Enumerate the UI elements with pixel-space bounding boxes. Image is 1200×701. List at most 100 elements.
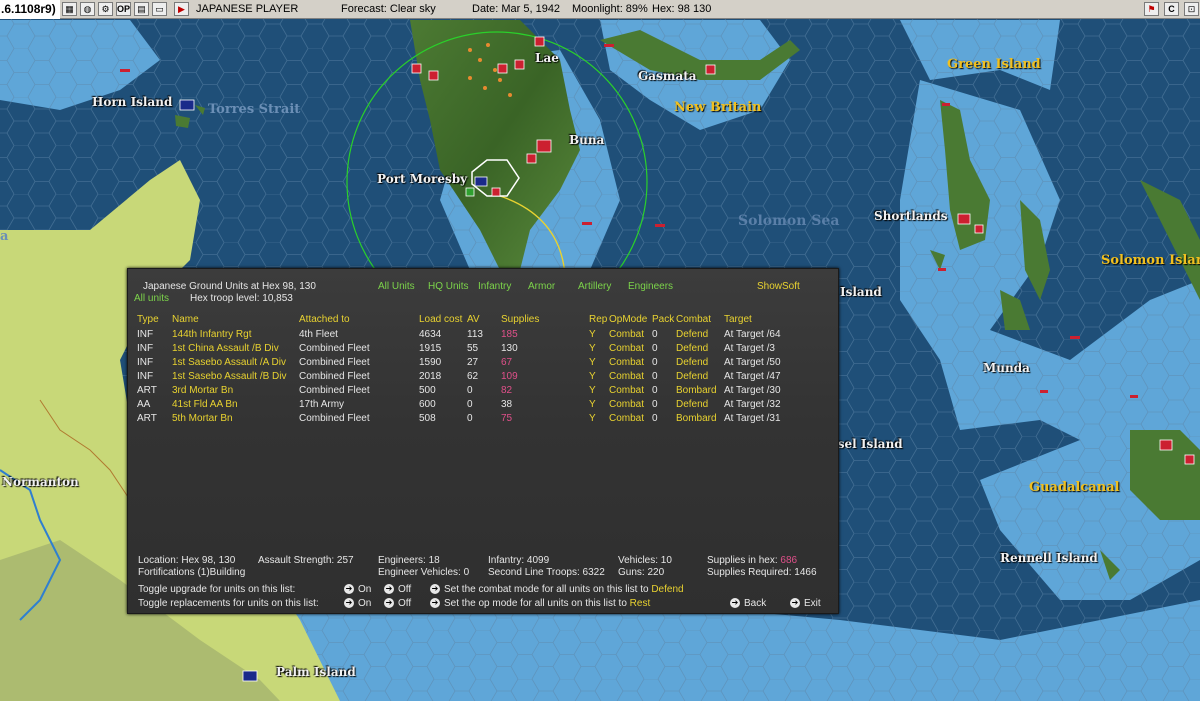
doc-icon[interactable]: ▤ xyxy=(134,2,149,16)
cell-combat[interactable]: Defend xyxy=(676,329,708,340)
cell-name[interactable]: 3rd Mortar Bn xyxy=(172,385,233,396)
cell-combat[interactable]: Defend xyxy=(676,343,708,354)
op-icon[interactable]: OP xyxy=(116,2,131,16)
cell-target[interactable]: At Target /30 xyxy=(724,385,781,396)
arrow-right-icon: ➔ xyxy=(430,584,440,595)
player-label: JAPANESE PLAYER xyxy=(196,3,299,15)
footer-guns: Guns: 220 xyxy=(618,567,665,578)
cell-target[interactable]: At Target /31 xyxy=(724,413,781,424)
cell-combat[interactable]: Bombard xyxy=(676,413,717,424)
set-op-mode-button[interactable]: ➔ Set the op mode for all units on this l… xyxy=(430,598,650,609)
cell-attached: 4th Fleet xyxy=(299,329,338,340)
cell-av: 0 xyxy=(467,413,473,424)
cell-target[interactable]: At Target /32 xyxy=(724,399,781,410)
place-green-island: Green Island xyxy=(947,57,1041,72)
cell-type: INF xyxy=(137,357,154,368)
cell-combat[interactable]: Defend xyxy=(676,399,708,410)
cell-name[interactable]: 5th Mortar Bn xyxy=(172,413,233,424)
cell-name[interactable]: 1st Sasebo Assault /A Div xyxy=(172,357,286,368)
cell-rep[interactable]: Y xyxy=(589,343,596,354)
cell-rep[interactable]: Y xyxy=(589,357,596,368)
footer-supplies-in-hex-label: Supplies in hex: xyxy=(707,555,778,566)
cell-pack: 0 xyxy=(652,385,658,396)
cell-av: 27 xyxy=(467,357,479,368)
all-units-toggle[interactable]: All units xyxy=(134,293,169,304)
cell-rep[interactable]: Y xyxy=(589,399,596,410)
cell-rep[interactable]: Y xyxy=(589,413,596,424)
footer-engineers: Engineers: 18 xyxy=(378,555,440,566)
date-label: Date: Mar 5, 1942 xyxy=(472,3,561,15)
end-turn-icon[interactable]: ▶ xyxy=(174,2,189,16)
back-button[interactable]: ➔ Back xyxy=(730,598,766,609)
troop-level: Hex troop level: 10,853 xyxy=(190,293,293,304)
col-name[interactable]: Name xyxy=(172,314,199,325)
hex-label: Hex: 98 130 xyxy=(652,3,712,15)
settings-icon[interactable]: ⚙ xyxy=(98,2,113,16)
cell-opmode[interactable]: Combat xyxy=(609,329,644,340)
col-combat[interactable]: Combat xyxy=(676,314,711,325)
place-edge-fragment: a xyxy=(0,229,9,244)
cell-rep[interactable]: Y xyxy=(589,385,596,396)
exit-button[interactable]: ➔ Exit xyxy=(790,598,821,609)
filter-all-units[interactable]: All Units xyxy=(378,281,415,292)
info-icon[interactable]: C xyxy=(1164,2,1179,16)
cell-combat[interactable]: Defend xyxy=(676,371,708,382)
cell-load: 1590 xyxy=(419,357,442,368)
col-pack[interactable]: Pack xyxy=(652,314,674,325)
footer-fortifications: Fortifications (1)Building xyxy=(138,567,246,578)
cell-opmode[interactable]: Combat xyxy=(609,357,644,368)
map-icon[interactable]: ▦ xyxy=(62,2,77,16)
footer-second-line: Second Line Troops: 6322 xyxy=(488,567,605,578)
col-supplies[interactable]: Supplies xyxy=(501,314,539,325)
cell-target[interactable]: At Target /3 xyxy=(724,343,775,354)
place-torres-strait: Torres Strait xyxy=(208,102,301,117)
col-opmode[interactable]: OpMode xyxy=(609,314,647,325)
cell-rep[interactable]: Y xyxy=(589,371,596,382)
upgrade-off-button[interactable]: ➔ Off xyxy=(384,584,411,595)
replacements-off-button[interactable]: ➔ Off xyxy=(384,598,411,609)
cell-target[interactable]: At Target /50 xyxy=(724,357,781,368)
cell-combat[interactable]: Defend xyxy=(676,357,708,368)
globe-icon[interactable]: ◍ xyxy=(80,2,95,16)
place-russel-island: ssel Island xyxy=(831,437,903,451)
cell-target[interactable]: At Target /47 xyxy=(724,371,781,382)
upgrade-on-button[interactable]: ➔ On xyxy=(344,584,371,595)
filter-show-soft[interactable]: ShowSoft xyxy=(757,281,800,292)
cell-pack: 0 xyxy=(652,413,658,424)
filter-armor[interactable]: Armor xyxy=(528,281,555,292)
cell-target[interactable]: At Target /64 xyxy=(724,329,781,340)
cell-opmode[interactable]: Combat xyxy=(609,385,644,396)
cell-name[interactable]: 41st Fld AA Bn xyxy=(172,399,238,410)
cell-supplies: 82 xyxy=(501,385,513,396)
cell-supplies: 109 xyxy=(501,371,518,382)
place-island-partial: Island xyxy=(840,285,882,299)
cell-opmode[interactable]: Combat xyxy=(609,413,644,424)
filter-hq-units[interactable]: HQ Units xyxy=(428,281,469,292)
cell-opmode[interactable]: Combat xyxy=(609,371,644,382)
filter-artillery[interactable]: Artillery xyxy=(578,281,611,292)
replacements-on-button[interactable]: ➔ On xyxy=(344,598,371,609)
col-load-cost[interactable]: Load cost xyxy=(419,314,462,325)
cell-name[interactable]: 1st China Assault /B Div xyxy=(172,343,279,354)
cell-supplies: 67 xyxy=(501,357,513,368)
col-type[interactable]: Type xyxy=(137,314,159,325)
cell-opmode[interactable]: Combat xyxy=(609,343,644,354)
filter-infantry[interactable]: Infantry xyxy=(478,281,511,292)
set-combat-mode-button[interactable]: ➔ Set the combat mode for all units on th… xyxy=(430,584,684,595)
cell-name[interactable]: 1st Sasebo Assault /B Div xyxy=(172,371,287,382)
flag-icon[interactable]: ⚑ xyxy=(1144,2,1159,16)
window-icon[interactable]: ▭ xyxy=(152,2,167,16)
cell-opmode[interactable]: Combat xyxy=(609,399,644,410)
cell-name[interactable]: 144th Infantry Rgt xyxy=(172,329,252,340)
col-av[interactable]: AV xyxy=(467,314,480,325)
cell-av: 0 xyxy=(467,399,473,410)
col-target[interactable]: Target xyxy=(724,314,752,325)
arrow-right-icon: ➔ xyxy=(384,598,394,609)
forecast-label: Forecast: Clear sky xyxy=(341,3,436,15)
cell-combat[interactable]: Bombard xyxy=(676,385,717,396)
col-attached[interactable]: Attached to xyxy=(299,314,350,325)
col-rep[interactable]: Rep xyxy=(589,314,607,325)
cell-rep[interactable]: Y xyxy=(589,329,596,340)
exit-icon[interactable]: ⊡ xyxy=(1184,2,1199,16)
filter-engineers[interactable]: Engineers xyxy=(628,281,673,292)
